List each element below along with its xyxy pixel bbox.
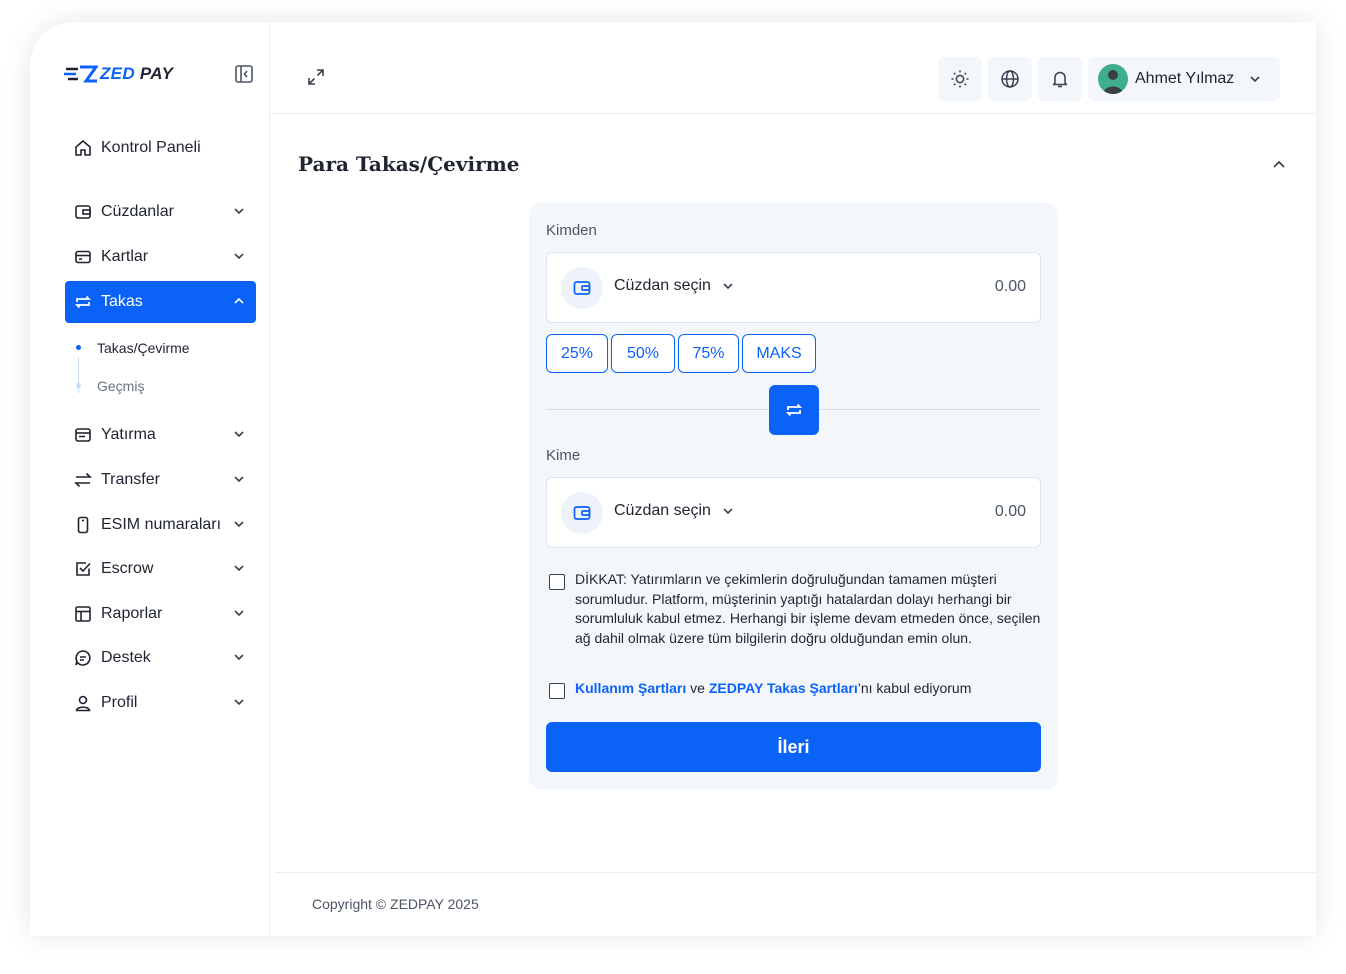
sidebar-item-label: Takas — [101, 293, 143, 310]
globe-icon — [1001, 70, 1019, 88]
percent-75-button[interactable]: 75% — [678, 334, 739, 373]
main-content: Ahmet Yılmaz Para Takas/Çevirme Kimden C… — [271, 22, 1316, 936]
logo[interactable]: ZED PAY — [64, 64, 173, 84]
theme-toggle-button[interactable] — [938, 57, 982, 101]
sidebar-collapse-icon[interactable] — [235, 65, 255, 85]
sidebar-item-cuzdanlar[interactable]: Cüzdanlar — [65, 191, 256, 233]
credit-card-icon — [73, 247, 93, 267]
table-icon — [73, 604, 93, 624]
sidebar-item-kartlar[interactable]: Kartlar — [65, 236, 256, 278]
percent-50-button[interactable]: 50% — [611, 334, 675, 373]
exchange-terms-link[interactable]: ZEDPAY Takas Şartları — [709, 680, 858, 696]
transfer-arrows-icon — [73, 470, 93, 490]
wallet-icon — [561, 267, 603, 309]
user-menu[interactable]: Ahmet Yılmaz — [1088, 57, 1280, 101]
chevron-up-icon — [234, 297, 244, 304]
fullscreen-expand-icon[interactable] — [307, 68, 327, 88]
swap-icon — [785, 403, 803, 417]
sidebar-item-kontrol-paneli[interactable]: Kontrol Paneli — [65, 127, 256, 169]
avatar — [1098, 64, 1128, 94]
sidebar-item-label: Transfer — [101, 471, 160, 488]
to-amount[interactable]: 0.00 — [995, 503, 1026, 521]
notifications-button[interactable] — [1038, 57, 1082, 101]
chevron-down-icon — [723, 283, 733, 290]
chat-icon — [73, 648, 93, 668]
from-wallet-field[interactable]: Cüzdan seçin 0.00 — [546, 252, 1041, 323]
page-title: Para Takas/Çevirme — [298, 152, 520, 176]
language-button[interactable] — [988, 57, 1032, 101]
to-wallet-select[interactable]: Cüzdan seçin — [614, 502, 735, 520]
sidebar-item-raporlar[interactable]: Raporlar — [65, 593, 256, 635]
sidebar: ZED PAY Kontrol Paneli Cüzdanlar Kartlar… — [30, 22, 270, 936]
checkbox-icon — [73, 559, 93, 579]
chevron-down-icon — [234, 476, 244, 483]
terms-checkbox[interactable] — [549, 683, 565, 699]
submenu-item-gecmis[interactable]: Geçmiş — [97, 378, 144, 394]
sidebar-item-esim[interactable]: ESIM numaraları — [65, 504, 256, 546]
user-name: Ahmet Yılmaz — [1135, 70, 1235, 87]
chevron-down-icon — [1250, 76, 1260, 83]
sidebar-item-label: Kartlar — [101, 248, 149, 265]
sidebar-item-label: Destek — [101, 649, 151, 666]
chevron-down-icon — [234, 610, 244, 617]
next-button[interactable]: İleri — [546, 722, 1041, 772]
from-amount[interactable]: 0.00 — [995, 278, 1026, 296]
sidebar-item-transfer[interactable]: Transfer — [65, 459, 256, 501]
app-window: ZED PAY Kontrol Paneli Cüzdanlar Kartlar… — [30, 22, 1316, 936]
sidebar-item-escrow[interactable]: Escrow — [65, 548, 256, 590]
sidebar-item-label: Yatırma — [101, 426, 156, 443]
sidebar-item-yatirma[interactable]: Yatırma — [65, 414, 256, 456]
terms-of-use-link[interactable]: Kullanım Şartları — [575, 680, 686, 696]
chevron-down-icon — [234, 208, 244, 215]
sidebar-item-label: Kontrol Paneli — [101, 139, 201, 156]
sidebar-item-label: Raporlar — [101, 605, 163, 622]
phone-icon — [73, 515, 93, 535]
topbar: Ahmet Yılmaz — [271, 22, 1316, 114]
from-label: Kimden — [546, 222, 597, 239]
sun-icon — [951, 70, 969, 88]
from-wallet-select[interactable]: Cüzdan seçin — [614, 277, 735, 295]
wallet-icon — [73, 202, 93, 222]
wallet-icon — [561, 492, 603, 534]
to-wallet-field[interactable]: Cüzdan seçin 0.00 — [546, 477, 1041, 548]
sidebar-item-destek[interactable]: Destek — [65, 637, 256, 679]
submenu-item-takas-cevirme[interactable]: Takas/Çevirme — [97, 340, 190, 356]
chevron-down-icon — [234, 431, 244, 438]
bell-icon — [1052, 71, 1068, 88]
sidebar-item-takas[interactable]: Takas — [65, 281, 256, 323]
warning-checkbox[interactable] — [549, 574, 565, 590]
sidebar-item-label: Cüzdanlar — [101, 203, 174, 220]
percent-25-button[interactable]: 25% — [546, 334, 608, 373]
collapse-section-chevron-up-icon[interactable] — [1271, 157, 1287, 173]
warning-text: DİKKAT: Yatırımların ve çekimlerin doğru… — [575, 571, 1041, 646]
swap-direction-button[interactable] — [769, 385, 819, 435]
chevron-down-icon — [723, 508, 733, 515]
sidebar-item-profil[interactable]: Profil — [65, 682, 256, 724]
user-icon — [73, 693, 93, 713]
exchange-card: Kimden Cüzdan seçin 0.00 25% 50% 75% MAK… — [529, 203, 1058, 790]
chevron-down-icon — [234, 565, 244, 572]
deposit-icon — [73, 425, 93, 445]
sidebar-item-label: Profil — [101, 694, 138, 711]
logo-mark-icon — [64, 65, 98, 83]
swap-icon — [73, 292, 93, 312]
chevron-down-icon — [234, 654, 244, 661]
chevron-down-icon — [234, 253, 244, 260]
to-label: Kime — [546, 447, 581, 464]
footer-copyright: Copyright © ZEDPAY 2025 — [312, 896, 479, 912]
inactive-dot — [76, 383, 81, 388]
home-icon — [73, 138, 93, 158]
percent-max-button[interactable]: MAKS — [742, 334, 816, 373]
chevron-down-icon — [234, 521, 244, 528]
active-dot — [76, 345, 81, 350]
logo-text: ZED PAY — [100, 64, 174, 83]
chevron-down-icon — [234, 699, 244, 706]
sidebar-item-label: Escrow — [101, 560, 154, 577]
sidebar-item-label: ESIM numaraları — [101, 516, 222, 533]
terms-text: Kullanım Şartları ve ZEDPAY Takas Şartla… — [575, 680, 972, 696]
footer-divider — [275, 872, 1316, 873]
